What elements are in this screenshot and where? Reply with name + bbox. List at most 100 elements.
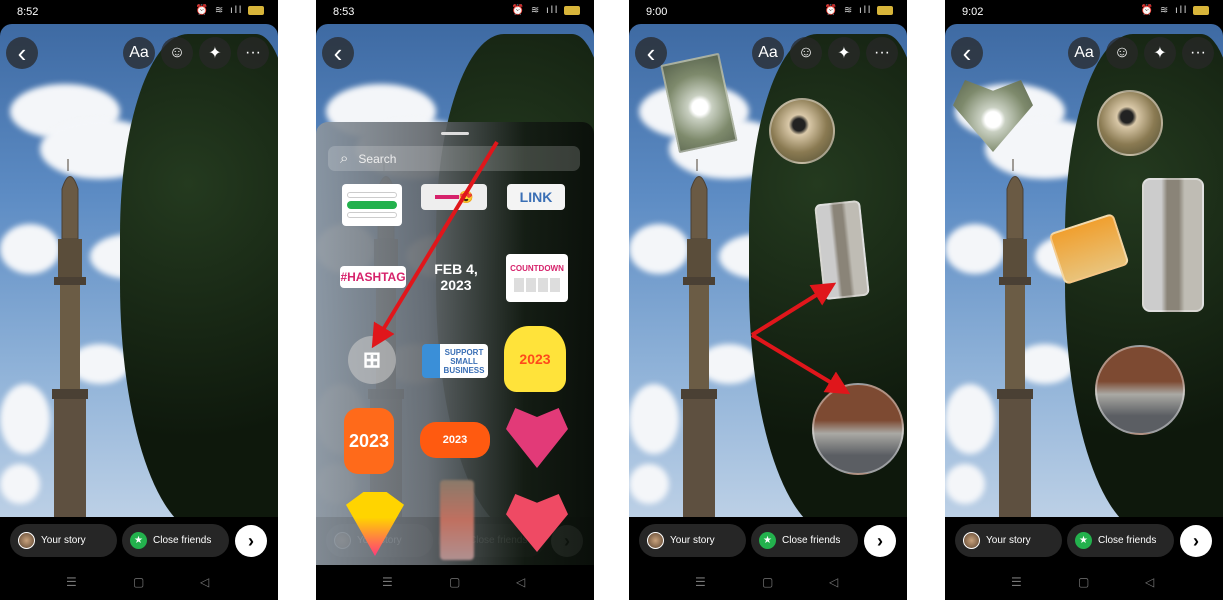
- bottom-bar: Your story ★ Close friends ›: [0, 517, 278, 565]
- back-button[interactable]: ‹: [951, 37, 983, 69]
- drag-handle[interactable]: [441, 132, 469, 135]
- back-nav-icon[interactable]: ◁: [829, 575, 838, 589]
- nav-bar: ☰ ▢ ◁: [629, 565, 907, 600]
- back-button[interactable]: ‹: [322, 37, 354, 69]
- back-nav-icon[interactable]: ◁: [1145, 575, 1154, 589]
- status-bar: 9:00 ⏰ ≋ ıll: [629, 0, 907, 24]
- menu-icon[interactable]: ☰: [1011, 575, 1022, 589]
- bottom-bar: Your story ★ Close friends ›: [945, 517, 1223, 565]
- next-button[interactable]: ›: [1180, 525, 1212, 557]
- street-photo-sticker[interactable]: [812, 383, 904, 475]
- nav-bar: ☰ ▢ ◁: [316, 565, 594, 600]
- your-story-label: Your story: [41, 535, 86, 546]
- home-icon[interactable]: ▢: [1078, 575, 1089, 589]
- home-icon[interactable]: ▢: [449, 575, 460, 589]
- back-nav-icon[interactable]: ◁: [516, 575, 525, 589]
- 2023-bunny-sticker[interactable]: 2023: [504, 326, 566, 392]
- effects-button[interactable]: ✦: [199, 37, 231, 69]
- search-icon: ⌕: [340, 150, 349, 167]
- sticker-panel: ⌕ Search 😍 LINK #HASHTAG FEB 4, 2023 COUNTDOWN…: [316, 122, 594, 565]
- status-time: 9:02: [962, 6, 984, 18]
- menu-icon[interactable]: ☰: [695, 575, 706, 589]
- 2023-bunny-numbers-sticker[interactable]: 2023: [344, 408, 394, 474]
- link-sticker[interactable]: LINK: [507, 184, 565, 210]
- star-icon: ★: [1075, 532, 1092, 549]
- star-icon: ★: [759, 532, 776, 549]
- bottom-bar: Your story ★ Close friends ›: [629, 517, 907, 565]
- next-button[interactable]: ›: [235, 525, 267, 557]
- avatar: [18, 532, 35, 549]
- nav-bar: ☰ ▢ ◁: [0, 565, 278, 600]
- effects-button[interactable]: ✦: [1144, 37, 1176, 69]
- close-friends-button[interactable]: ★ Close friends: [751, 524, 858, 557]
- home-icon[interactable]: ▢: [762, 575, 773, 589]
- minaret: [985, 159, 1045, 517]
- add-photo-sticker-button[interactable]: ⊞: [348, 336, 396, 384]
- close-friends-label: Close friends: [782, 535, 841, 546]
- menu-icon[interactable]: ☰: [382, 575, 393, 589]
- search-input[interactable]: ⌕ Search: [328, 146, 580, 171]
- avatar: [647, 532, 664, 549]
- more-button[interactable]: ···: [237, 37, 269, 69]
- close-friends-label: Close friends: [1098, 535, 1157, 546]
- star-icon: ★: [130, 532, 147, 549]
- cat-photo-sticker[interactable]: [814, 199, 870, 301]
- close-friends-label: Close friends: [153, 535, 212, 546]
- nav-bar: ☰ ▢ ◁: [945, 565, 1223, 600]
- your-story-button[interactable]: Your story: [955, 524, 1062, 557]
- next-button[interactable]: ›: [864, 525, 896, 557]
- text-tool-button[interactable]: Aa: [752, 37, 784, 69]
- more-button[interactable]: ···: [1182, 37, 1214, 69]
- 2023-running-bunny-sticker[interactable]: 2023: [420, 422, 490, 458]
- countdown-label: COUNTDOWN: [510, 264, 564, 273]
- bird-photo-sticker[interactable]: [1097, 90, 1163, 156]
- tree: [120, 34, 278, 517]
- sticker-button[interactable]: ☺: [1106, 37, 1138, 69]
- back-button[interactable]: ‹: [6, 37, 38, 69]
- your-story-button[interactable]: Your story: [10, 524, 117, 557]
- sticker-button[interactable]: ☺: [161, 37, 193, 69]
- cloud: [945, 464, 985, 504]
- poll-sticker[interactable]: [342, 184, 402, 226]
- emoji-slider-sticker[interactable]: 😍: [421, 184, 487, 210]
- text-tool-button[interactable]: Aa: [1068, 37, 1100, 69]
- street-photo-sticker[interactable]: [1095, 345, 1185, 435]
- minaret: [669, 159, 729, 517]
- status-time: 8:53: [333, 6, 355, 18]
- phone-screen: 9:02 ⏰ ≋ ıll ‹ Aa ☺ ✦ ··· Your story ★ Close fri…: [945, 0, 1223, 600]
- status-icons: ⏰ ≋ ıll: [825, 5, 893, 16]
- sticker-button[interactable]: ☺: [790, 37, 822, 69]
- story-photo: [0, 24, 278, 517]
- status-bar: 8:53 ⏰ ≋ ıll: [316, 0, 594, 24]
- effects-button[interactable]: ✦: [828, 37, 860, 69]
- pink-heart-character-sticker[interactable]: [506, 494, 568, 552]
- menu-icon[interactable]: ☰: [66, 575, 77, 589]
- avatar: [963, 532, 980, 549]
- date-sticker[interactable]: FEB 4, 2023: [418, 261, 494, 293]
- close-friends-button[interactable]: ★ Close friends: [1067, 524, 1174, 557]
- home-icon[interactable]: ▢: [133, 575, 144, 589]
- hashtag-sticker[interactable]: #HASHTAG: [340, 266, 406, 288]
- back-nav-icon[interactable]: ◁: [200, 575, 209, 589]
- status-time: 8:52: [17, 6, 39, 18]
- cloud: [629, 464, 669, 504]
- support-small-business-sticker[interactable]: SUPPORT SMALL BUSINESS: [422, 344, 488, 378]
- text-tool-button[interactable]: Aa: [123, 37, 155, 69]
- status-icons: ⏰ ≋ ıll: [512, 5, 580, 16]
- your-story-button[interactable]: Your story: [639, 524, 746, 557]
- heart-flowers-sticker[interactable]: [506, 408, 568, 468]
- your-story-label: Your story: [986, 535, 1031, 546]
- phone-screen: 8:52 ⏰ ≋ ıll ‹ Aa ☺ ✦ ··· Your story ★ Close fri…: [0, 0, 278, 600]
- more-button[interactable]: ···: [866, 37, 898, 69]
- close-friends-button[interactable]: ★ Close friends: [122, 524, 229, 557]
- minaret: [40, 159, 100, 517]
- your-story-label: Your story: [670, 535, 715, 546]
- bird-photo-sticker[interactable]: [769, 98, 835, 164]
- phone-screen: 9:00 ⏰ ≋ ıll ‹ Aa ☺ ✦ ··· Your story ★ Close fri…: [629, 0, 907, 600]
- status-time: 9:00: [646, 6, 668, 18]
- blurred-sticker[interactable]: [440, 480, 474, 560]
- cat-photo-sticker[interactable]: [1142, 178, 1204, 312]
- search-placeholder: Search: [358, 151, 397, 166]
- countdown-sticker[interactable]: COUNTDOWN: [506, 254, 568, 302]
- yellow-face-sticker[interactable]: [346, 492, 404, 556]
